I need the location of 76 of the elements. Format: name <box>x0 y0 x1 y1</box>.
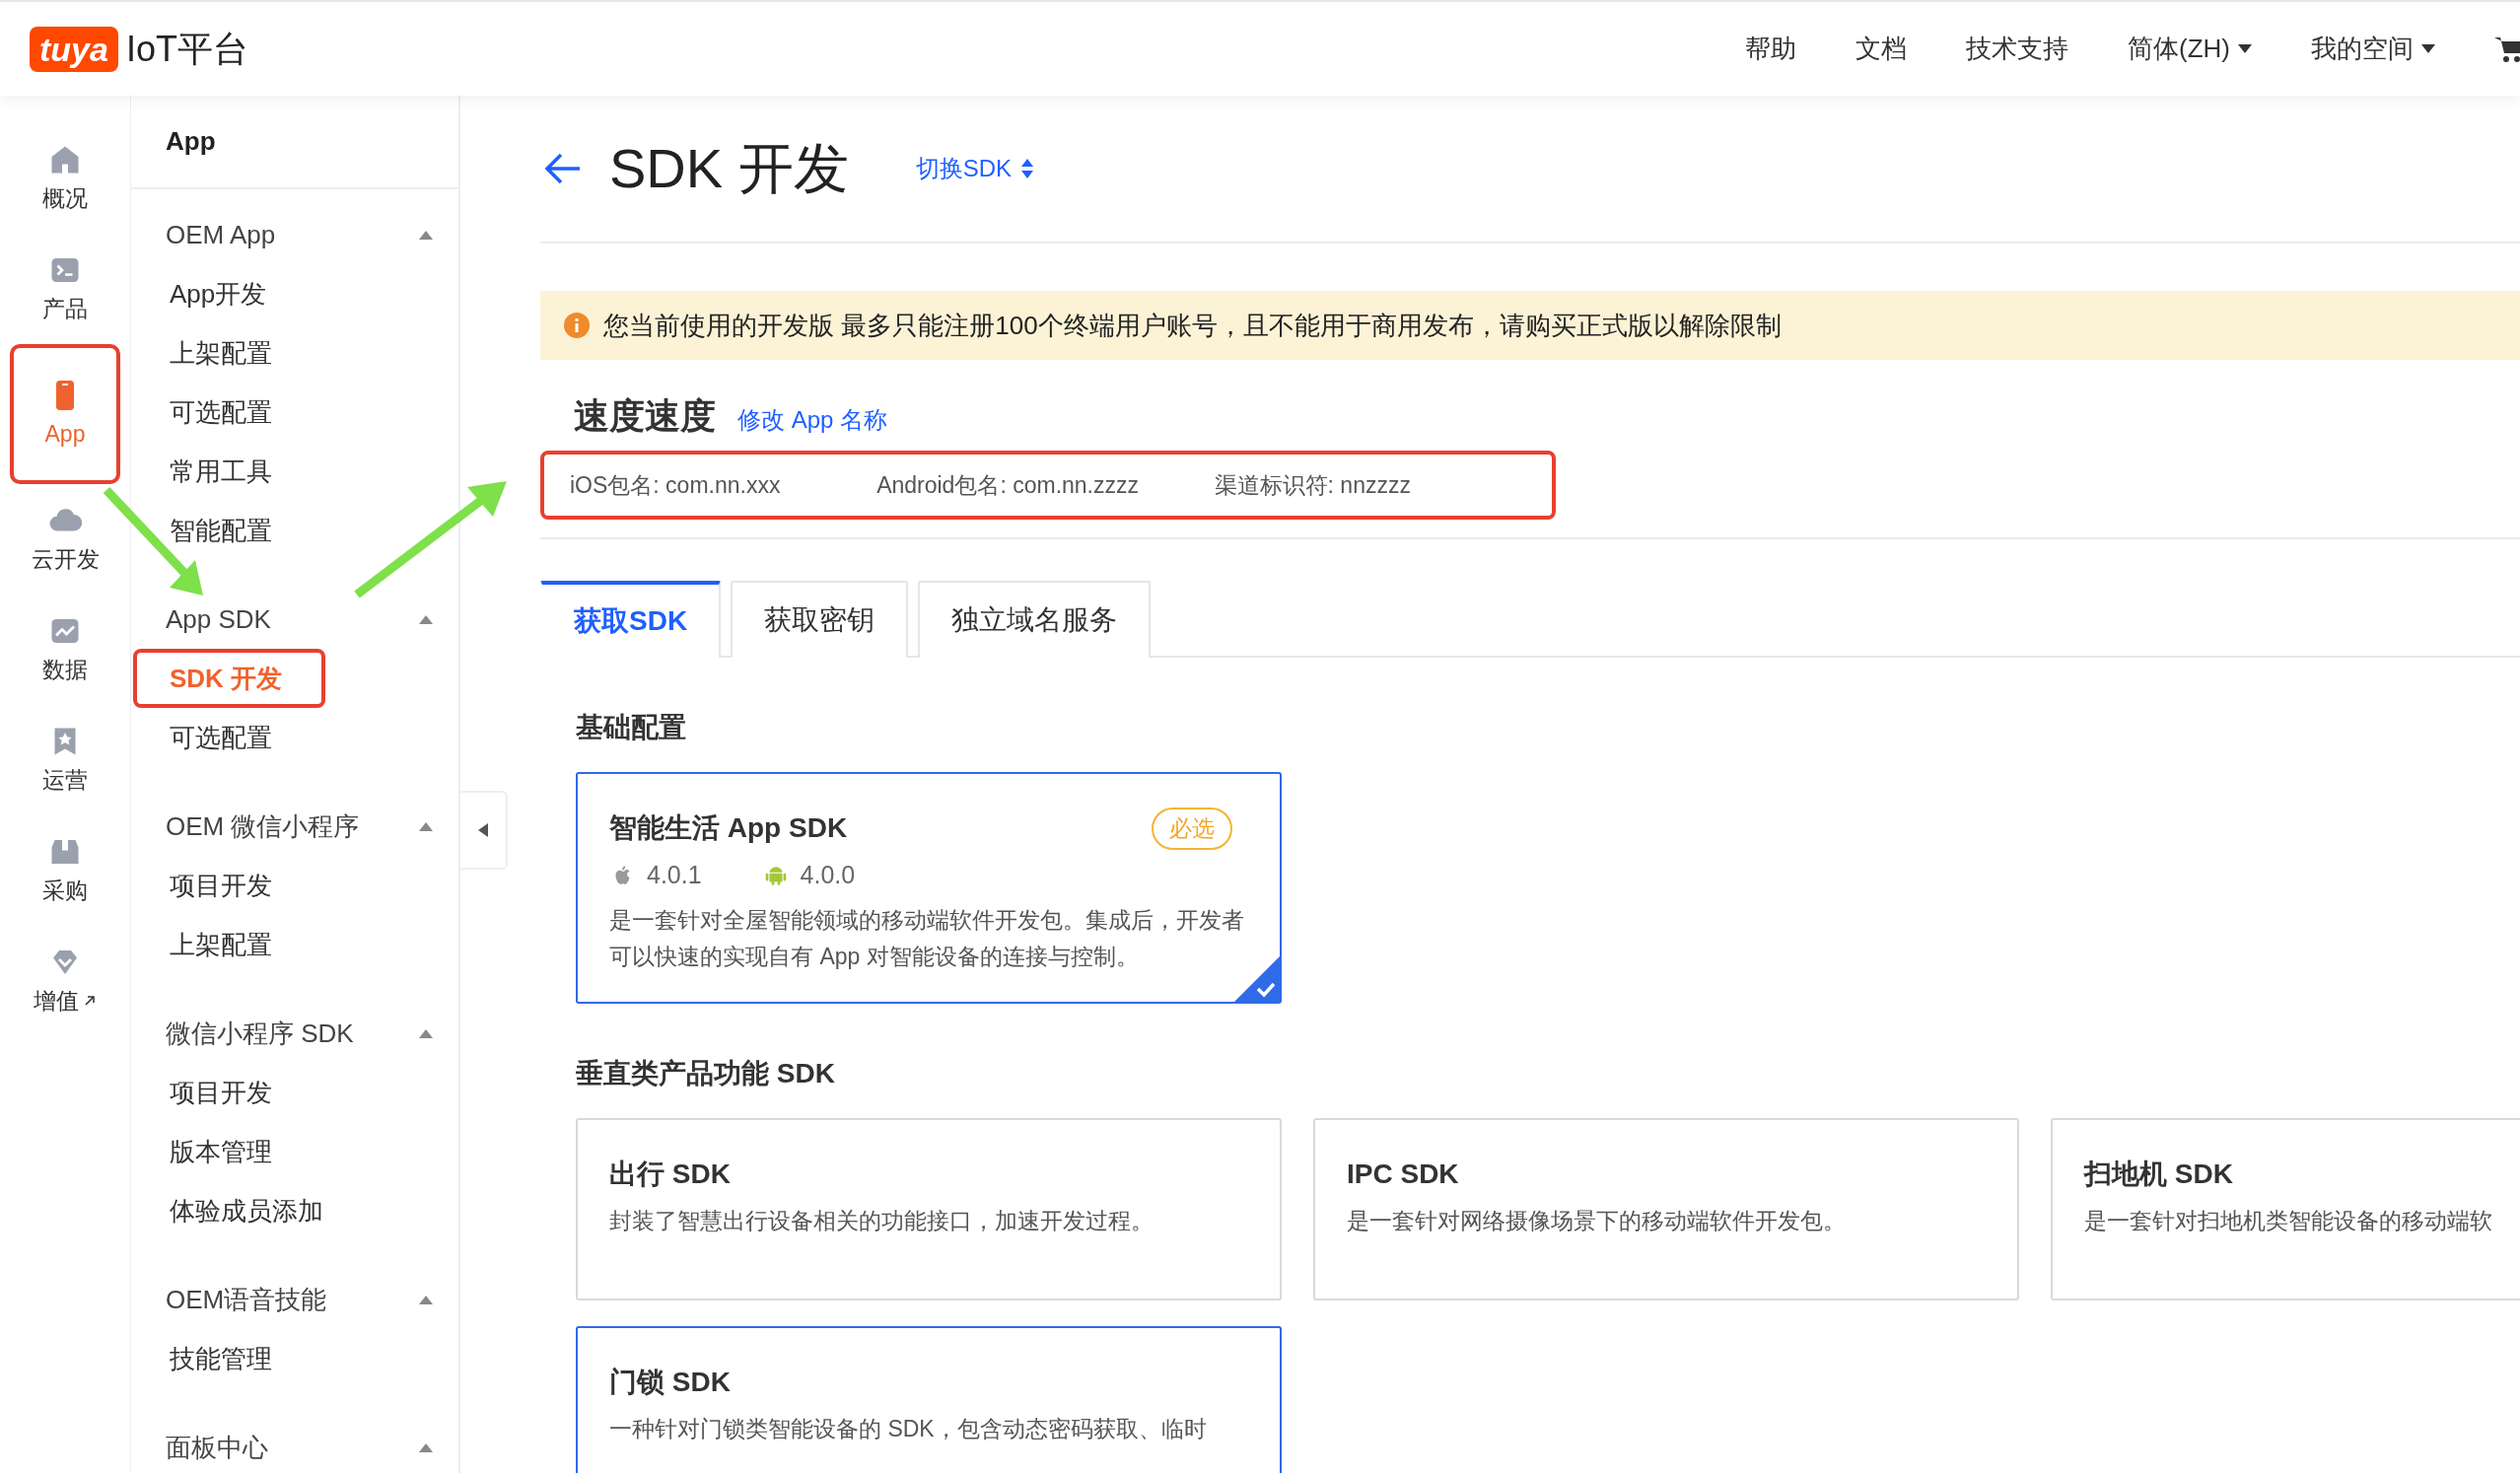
app-name: 速度速度 <box>574 394 716 438</box>
card-title: IPC SDK <box>1347 1158 1459 1191</box>
menu-item[interactable]: 可选配置 <box>133 708 315 767</box>
menu-title: App <box>131 96 458 189</box>
sdk-card[interactable]: 智能生活 App SDK 必选 4.0.1 4.0.0 是一套针对全屋智能领域的移动端软件开发包。集成后，开发者可以快速的实现自有 App 对智能设备的连接与控制。 <box>576 772 1282 1004</box>
caret-icon <box>419 821 433 831</box>
logo: tuya <box>30 26 118 72</box>
section-title: 垂直类产品功能 SDK <box>576 1057 836 1090</box>
required-tag: 必选 <box>1152 808 1232 850</box>
card-title: 出行 SDK <box>609 1158 731 1191</box>
menu-item[interactable]: 常用工具 <box>133 442 315 501</box>
back-arrow-icon <box>544 152 582 185</box>
sidebar-item[interactable]: 增值 <box>10 926 120 1036</box>
sidebar-item[interactable]: 运营 <box>10 705 120 815</box>
caret-icon <box>419 1442 433 1452</box>
check-corner-icon <box>1234 956 1280 1002</box>
info-icon <box>564 313 590 338</box>
tab[interactable]: 获取SDK <box>540 581 722 658</box>
sidebar-item[interactable]: 云开发 <box>10 484 120 595</box>
version-text: 4.0.1 <box>647 860 702 890</box>
info-field: iOS包名: com.nn.xxx <box>570 467 877 503</box>
switch-sdk-link[interactable]: 切换SDK <box>915 151 1034 186</box>
card-description: 是一套针对全屋智能领域的移动端软件开发包。集成后，开发者可以快速的实现自有 App 对智能设备的连接与控制。 <box>609 905 1245 971</box>
section-title: 基础配置 <box>576 711 687 744</box>
menu-item[interactable]: 智能配置 <box>133 501 315 560</box>
menu-group-header[interactable]: OEM 微信小程序 <box>131 797 458 856</box>
nav-link[interactable]: 帮助 <box>1745 30 1796 68</box>
sdk-card[interactable]: 扫地机 SDK 是一套针对扫地机类智能设备的移动端软 <box>2051 1118 2520 1300</box>
nav-link[interactable]: 技术支持 <box>1966 30 2068 68</box>
nav-link[interactable]: 我的空间 <box>2311 30 2435 68</box>
card-title: 智能生活 App SDK <box>609 811 848 845</box>
card-description: 是一套针对网络摄像场景下的移动端软件开发包。 <box>1347 1207 1847 1235</box>
menu-item[interactable]: 可选配置 <box>133 383 315 442</box>
menu-item[interactable]: 上架配置 <box>133 915 315 974</box>
menu-group-header[interactable]: 面板中心 <box>131 1418 458 1475</box>
card-title: 扫地机 SDK <box>2084 1158 2233 1191</box>
card-description: 封装了智慧出行设备相关的功能接口，加速开发过程。 <box>609 1207 1155 1235</box>
caret-icon <box>419 614 433 624</box>
info-field: Android包名: com.nn.zzzz <box>876 467 1215 503</box>
menu-item[interactable]: App开发 <box>133 264 311 323</box>
caret-icon <box>478 823 488 837</box>
sidebar-item[interactable]: 数据 <box>10 595 120 705</box>
alert-text: 您当前使用的开发版 最多只能注册100个终端用户账号，且不能用于商用发布，请购买正式版以解除限制 <box>603 309 1782 342</box>
info-field: 渠道标识符: nnzzzz <box>1214 467 1552 503</box>
menu-item[interactable]: 版本管理 <box>133 1122 315 1181</box>
menu-group-header[interactable]: App SDK <box>131 590 458 649</box>
rename-link[interactable]: 修改 App 名称 <box>737 402 888 438</box>
card-description: 一种针对门锁类智能设备的 SDK，包含动态密码获取、临时 <box>609 1415 1208 1443</box>
menu-item[interactable]: 项目开发 <box>133 856 315 915</box>
tab[interactable]: 获取密钥 <box>731 581 909 658</box>
caret-icon <box>419 1295 433 1304</box>
card-description: 是一套针对扫地机类智能设备的移动端软 <box>2084 1207 2492 1235</box>
caret-icon <box>419 1028 433 1038</box>
sdk-card[interactable]: IPC SDK 是一套针对网络摄像场景下的移动端软件开发包。 <box>1313 1118 2019 1300</box>
sidebar-item[interactable]: 采购 <box>10 815 120 926</box>
card-title: 门锁 SDK <box>609 1366 731 1399</box>
sidebar-item[interactable]: 概况 <box>10 123 120 234</box>
version-text: 4.0.0 <box>800 860 856 890</box>
page-title: SDK 开发 <box>609 136 849 202</box>
menu-group-header[interactable]: OEM App <box>131 205 458 264</box>
menu-item[interactable]: 技能管理 <box>133 1329 315 1388</box>
nav-link[interactable]: 简体(ZH) <box>2128 30 2252 68</box>
platform-title: IoT平台 <box>125 27 248 71</box>
menu-item[interactable]: 上架配置 <box>133 323 315 383</box>
caret-icon <box>419 230 433 240</box>
sort-icon <box>1021 158 1034 179</box>
tab[interactable]: 独立域名服务 <box>918 581 1152 658</box>
menu-group-header[interactable]: 微信小程序 SDK <box>131 1004 458 1063</box>
collapse-button[interactable] <box>460 791 508 870</box>
menu-group-header[interactable]: OEM语音技能 <box>131 1270 458 1329</box>
sdk-card[interactable]: 出行 SDK 封装了智慧出行设备相关的功能接口，加速开发过程。 <box>576 1118 1282 1300</box>
nav-link[interactable]: 文档 <box>1855 30 1907 68</box>
menu-item[interactable]: 体验成员添加 <box>133 1181 367 1240</box>
sidebar-item[interactable]: 产品 <box>10 234 120 344</box>
sdk-card[interactable]: 门锁 SDK 一种针对门锁类智能设备的 SDK，包含动态密码获取、临时 <box>576 1326 1282 1473</box>
menu-item[interactable]: 项目开发 <box>133 1063 315 1122</box>
